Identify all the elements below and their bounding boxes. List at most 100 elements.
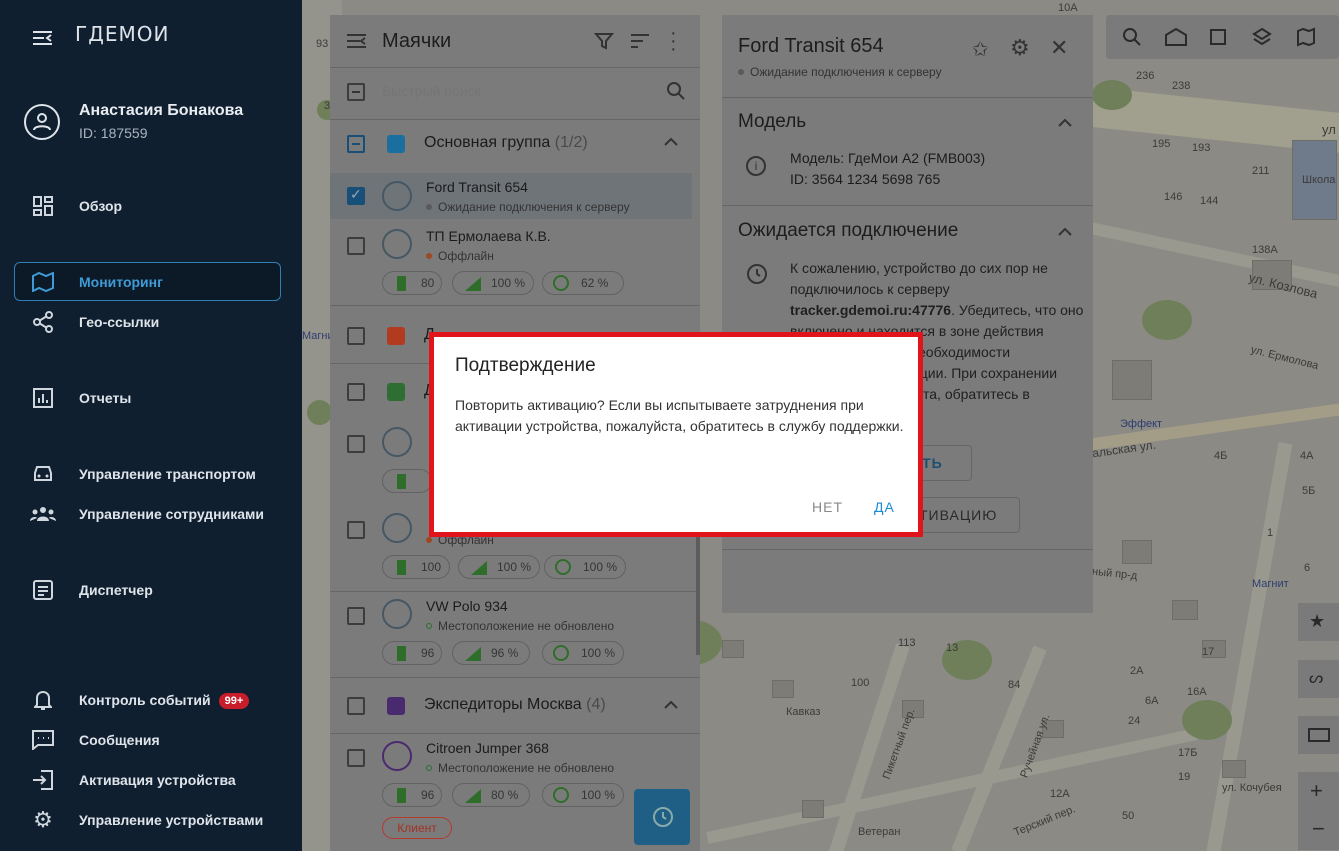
sidebar-item-devices[interactable]: ⚙ Управление устройствами <box>0 801 302 839</box>
zoom-out-button[interactable]: − <box>1312 816 1325 842</box>
group-name[interactable]: Экспедиторы Москва (4) <box>424 696 606 714</box>
sidebar-item-geo-links[interactable]: Гео-ссылки <box>0 303 302 341</box>
sidebar-item-events[interactable]: Контроль событий 99+ <box>0 681 302 719</box>
more-vert-icon[interactable]: · · · <box>670 23 677 59</box>
item-name: VW Polo 934 <box>426 598 508 614</box>
login-icon <box>30 767 56 793</box>
signal-pill: 100 % <box>458 555 540 579</box>
map-label: 50 <box>1122 810 1135 822</box>
item-checkbox[interactable] <box>347 749 365 767</box>
quick-search-input[interactable] <box>382 79 652 103</box>
favorite-button[interactable]: ★ <box>1298 603 1339 641</box>
layers-icon[interactable] <box>1252 27 1272 47</box>
map-label: 211 <box>1252 165 1270 177</box>
map-label: ул. Кочубея <box>1222 782 1282 794</box>
route-button[interactable]: ᔕ <box>1298 660 1339 698</box>
building-icon[interactable] <box>1164 27 1188 47</box>
sidebar-item-activation[interactable]: Активация устройства <box>0 761 302 799</box>
item-checkbox[interactable] <box>347 435 365 453</box>
sidebar-item-label: Контроль событий 99+ <box>79 692 250 709</box>
app-logo[interactable]: ГДЕМОИ <box>75 22 169 46</box>
gps-pill: 100 % <box>542 641 624 665</box>
map-label: 195 <box>1152 138 1171 150</box>
sidebar-item-label: Отчеты <box>79 390 132 406</box>
beacon-icon <box>382 513 412 543</box>
avatar[interactable] <box>24 104 60 140</box>
group-checkbox[interactable] <box>347 697 365 715</box>
group-checkbox[interactable] <box>347 327 365 345</box>
gear-icon[interactable]: ⚙ <box>1010 35 1030 61</box>
map-label: 138А <box>1252 244 1278 256</box>
item-checkbox[interactable] <box>347 521 365 539</box>
item-checkbox[interactable] <box>347 237 365 255</box>
gps-icon <box>553 645 569 661</box>
star-add-icon[interactable]: ✩ <box>972 37 989 62</box>
sidebar-item-transport[interactable]: Управление транспортом <box>0 455 302 493</box>
chevron-up-icon[interactable] <box>664 137 678 147</box>
map-label: 17 <box>1202 646 1215 658</box>
chevron-up-icon[interactable] <box>1058 118 1072 128</box>
gear-icon: ⚙ <box>33 807 53 832</box>
map-label: ул. Ермолова <box>1249 343 1320 373</box>
model-name: Модель: ГдеМои А2 (FMB003) <box>790 150 986 166</box>
map-label: 100 <box>851 677 870 689</box>
search-icon[interactable] <box>1122 27 1142 47</box>
map-label: 5Б <box>1302 485 1316 497</box>
model-header: Модель <box>738 111 807 132</box>
close-icon[interactable]: ✕ <box>1050 35 1068 61</box>
group-checkbox[interactable] <box>347 135 365 153</box>
info-icon: i <box>746 156 766 176</box>
gps-icon <box>553 787 569 803</box>
dashboard-icon <box>30 193 56 219</box>
report-icon <box>30 385 56 411</box>
item-checkbox[interactable] <box>347 607 365 625</box>
sidebar-item-label: Гео-ссылки <box>79 314 160 330</box>
sidebar-item-reports[interactable]: Отчеты <box>0 379 302 417</box>
user-icon <box>33 113 51 131</box>
select-all-checkbox[interactable] <box>347 83 365 101</box>
beacon-icon <box>382 427 412 457</box>
people-icon <box>30 501 56 527</box>
battery-pill: 100 <box>382 555 450 579</box>
zoom-in-button[interactable]: + <box>1310 778 1323 804</box>
signal-icon <box>465 277 481 291</box>
history-button[interactable] <box>634 789 690 845</box>
map-type-icon[interactable] <box>1296 27 1316 47</box>
map-label: 4Б <box>1214 450 1228 462</box>
beacon-icon <box>382 181 412 211</box>
yes-button[interactable]: ДА <box>874 499 895 515</box>
map-label: 13 <box>946 642 959 654</box>
sidebar-item-label: Обзор <box>79 198 123 214</box>
group-name[interactable]: Основная группа (1/2) <box>424 134 588 152</box>
gps-icon <box>553 275 569 291</box>
sidebar-item-label: Диспетчер <box>79 582 153 598</box>
sort-icon[interactable] <box>630 33 650 49</box>
map-label: 113 <box>898 637 916 649</box>
map-label: 84 <box>1008 679 1021 691</box>
ruler-button[interactable] <box>1298 716 1339 754</box>
signal-icon <box>465 789 481 803</box>
sidebar-item-dispatcher[interactable]: Диспетчер <box>0 571 302 609</box>
model-id: ID: 3564 1234 5698 765 <box>790 171 941 187</box>
map-label: 19 <box>1178 771 1191 783</box>
confirmation-dialog: Подтверждение Повторить активацию? Если … <box>434 337 918 532</box>
no-button[interactable]: НЕТ <box>812 499 843 515</box>
sidebar-item-messages[interactable]: Сообщения <box>0 721 302 759</box>
polygon-icon[interactable] <box>1208 27 1228 47</box>
map-label: 238 <box>1172 80 1191 92</box>
sidebar-item-employees[interactable]: Управление сотрудниками <box>0 495 302 533</box>
chevron-up-icon[interactable] <box>1058 227 1072 237</box>
filter-icon[interactable] <box>594 31 614 51</box>
item-checkbox[interactable]: ✓ <box>347 186 365 205</box>
collapse-menu-icon[interactable] <box>346 33 368 49</box>
sidebar-item-label: Активация устройства <box>79 772 236 788</box>
group-checkbox[interactable] <box>347 383 365 401</box>
sidebar-item-overview[interactable]: Обзор <box>0 187 302 225</box>
search-icon[interactable] <box>666 81 686 101</box>
collapse-menu-icon[interactable] <box>32 30 54 46</box>
chevron-up-icon[interactable] <box>664 700 678 710</box>
beacon-icon <box>382 599 412 629</box>
gps-pill: 100 % <box>544 555 626 579</box>
sidebar-item-monitoring[interactable]: Мониторинг <box>0 263 302 301</box>
clock-icon <box>747 264 767 284</box>
